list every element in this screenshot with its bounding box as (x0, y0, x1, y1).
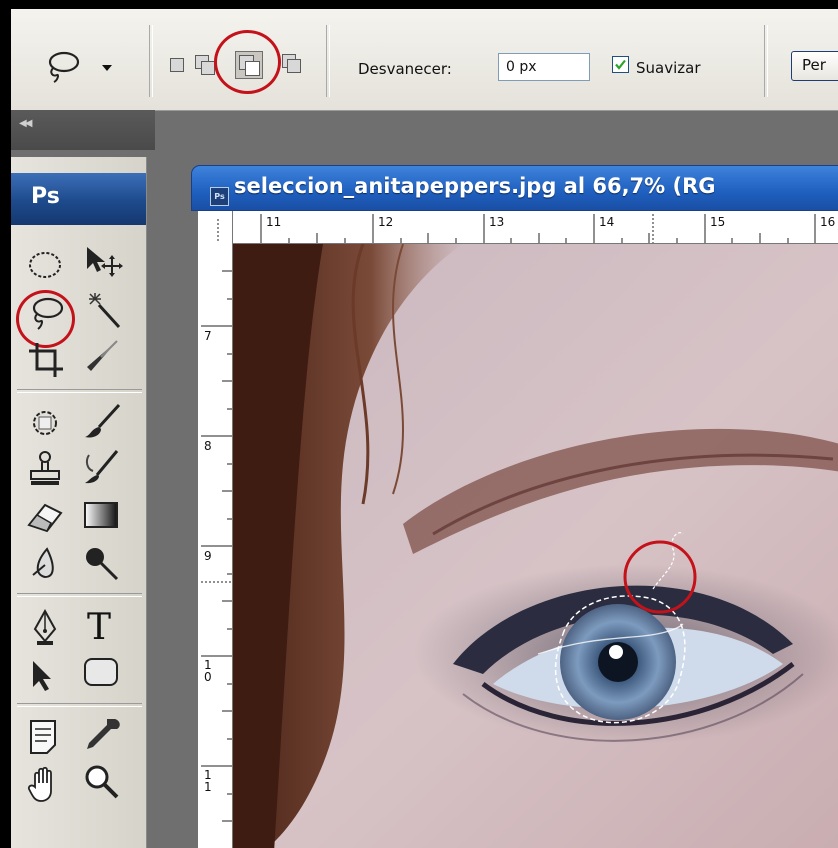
toolbox-divider (17, 389, 142, 393)
document-title-bar[interactable]: Ps seleccion_anitapeppers.jpg al 66,7% (… (191, 165, 838, 211)
zoom-icon[interactable] (81, 763, 125, 803)
antialias-label: Suavizar (636, 59, 701, 77)
tool-preset-dropdown[interactable] (102, 65, 112, 71)
options-bar: Desvanecer: Suavizar Per (11, 9, 838, 111)
blur-icon[interactable] (25, 545, 69, 585)
double-chevron-left-icon[interactable]: ◀◀ (19, 118, 32, 129)
ruler-h-label: 14 (599, 215, 615, 229)
ruler-v-label: 1 0 (204, 658, 212, 684)
toolbox: Ps T (11, 157, 147, 848)
history-brush-icon[interactable] (81, 447, 125, 487)
rounded-rectangle-icon[interactable] (81, 653, 125, 693)
new-selection-icon[interactable] (169, 57, 186, 74)
separator (326, 25, 330, 97)
brush-icon[interactable] (81, 401, 125, 441)
svg-text:T: T (87, 607, 111, 645)
ruler-h-label: 12 (378, 215, 394, 229)
pen-icon[interactable] (25, 607, 69, 647)
dodge-icon[interactable] (81, 543, 125, 583)
panel-dock-strip: ◀◀ (11, 110, 155, 150)
canvas-area: 11 12 13 14 15 16 7 8 9 1 0 1 1 (198, 211, 838, 848)
highlight-circle (214, 30, 281, 94)
ruler-h-label: 15 (710, 215, 726, 229)
lasso-icon[interactable] (43, 49, 83, 85)
crop-icon[interactable] (25, 339, 69, 379)
intersect-selection-icon[interactable] (281, 53, 303, 75)
antialias-checkbox[interactable] (612, 56, 629, 73)
toolbox-divider (17, 593, 142, 597)
photoshop-window: Desvanecer: Suavizar Per ◀◀ Ps (11, 9, 838, 848)
ruler-h-label: 16 (820, 215, 836, 229)
path-selection-icon[interactable] (25, 655, 69, 695)
gradient-icon[interactable] (81, 495, 125, 535)
move-icon[interactable] (81, 241, 125, 281)
ruler-v-label: 1 1 (204, 768, 212, 794)
ps-logo-small: Ps (210, 187, 229, 206)
separator (149, 25, 153, 97)
notes-icon[interactable] (25, 717, 69, 757)
feather-label: Desvanecer: (358, 60, 452, 78)
ruler-v-label: 7 (204, 329, 212, 343)
photo-canvas[interactable] (233, 243, 838, 848)
ruler-v-label: 9 (204, 549, 212, 563)
ruler-h-label: 11 (266, 215, 282, 229)
healing-brush-icon[interactable] (25, 403, 69, 443)
clone-stamp-icon[interactable] (25, 449, 69, 489)
ruler-h-label: 13 (489, 215, 505, 229)
slice-icon[interactable] (81, 337, 125, 377)
elliptical-marquee-icon[interactable] (25, 245, 69, 285)
separator (764, 25, 768, 97)
magic-wand-icon[interactable] (81, 289, 125, 329)
ruler-v-label: 8 (204, 439, 212, 453)
document-title: seleccion_anitapeppers.jpg al 66,7% (RG (234, 174, 716, 198)
type-icon[interactable]: T (81, 605, 125, 648)
horizontal-ruler: 11 12 13 14 15 16 (198, 211, 838, 244)
ps-logo: Ps (11, 173, 146, 225)
hand-icon[interactable] (25, 765, 69, 805)
feather-input[interactable] (498, 53, 590, 81)
toolbox-divider (17, 703, 142, 707)
refine-edge-button[interactable]: Per (791, 51, 838, 81)
vertical-ruler: 7 8 9 1 0 1 1 (198, 211, 233, 848)
eraser-icon[interactable] (25, 497, 69, 537)
document-window: Ps seleccion_anitapeppers.jpg al 66,7% (… (191, 165, 838, 848)
eyedropper-icon[interactable] (81, 715, 125, 755)
